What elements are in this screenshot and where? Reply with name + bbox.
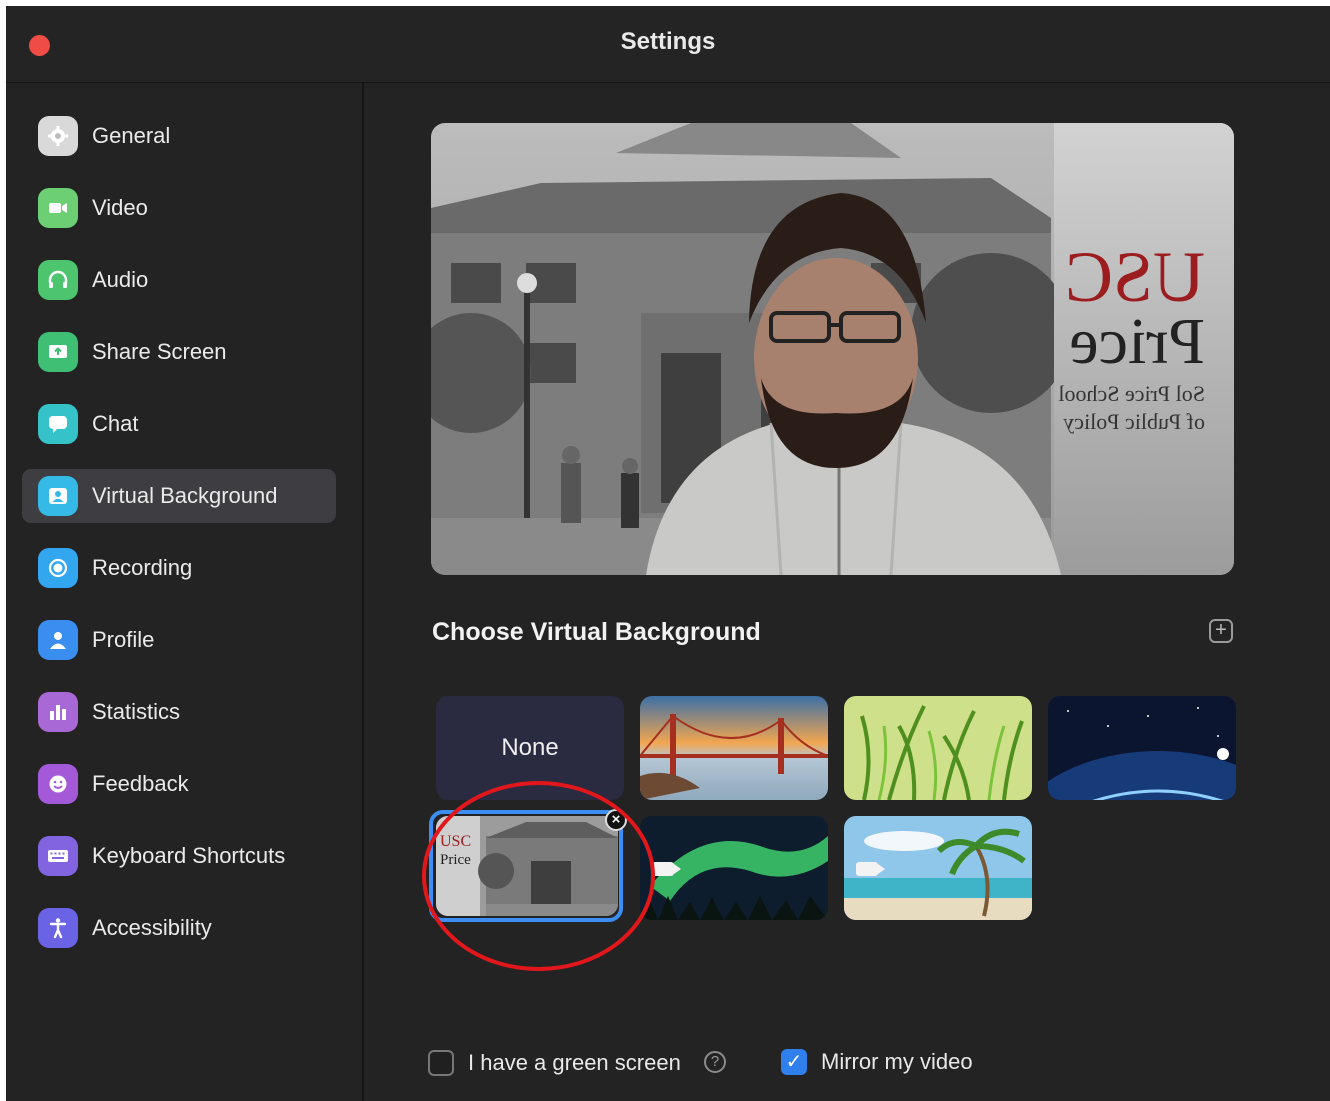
- sidebar-item-label: Statistics: [92, 699, 181, 724]
- virtual-background-panel: USC Price Sol Price School of Public Pol…: [364, 83, 1330, 1101]
- sidebar-item-audio[interactable]: Audio: [22, 253, 336, 307]
- sidebar-item-general[interactable]: General: [22, 109, 336, 163]
- sidebar-item-feedback[interactable]: Feedback: [22, 757, 336, 811]
- accessibility-icon: [38, 908, 78, 948]
- sidebar-item-accessibility[interactable]: Accessibility: [22, 901, 336, 955]
- chat-bubble-icon: [38, 404, 78, 444]
- headphones-icon: [38, 260, 78, 300]
- sidebar-item-label: Audio: [92, 267, 149, 292]
- sidebar-item-label: Chat: [92, 411, 139, 436]
- sidebar-item-virtual-background[interactable]: Virtual Background: [22, 469, 336, 523]
- person-portrait-icon: [38, 476, 78, 516]
- choose-background-heading: Choose Virtual Background: [432, 618, 761, 646]
- background-earth-from-space[interactable]: [1048, 696, 1236, 800]
- sidebar-item-share-screen[interactable]: Share Screen: [22, 325, 336, 379]
- help-icon[interactable]: ?: [704, 1051, 726, 1073]
- sidebar-item-label: Recording: [92, 555, 193, 580]
- person-icon: [38, 620, 78, 660]
- mirror-video-checkbox[interactable]: ✓: [781, 1049, 807, 1075]
- sidebar-item-label: Accessibility: [92, 915, 212, 940]
- background-golden-gate-bridge[interactable]: [640, 696, 828, 800]
- video-camera-icon: [38, 188, 78, 228]
- background-none-label: None: [501, 734, 559, 761]
- background-none[interactable]: None: [436, 696, 624, 800]
- price-logo-text: Price: [1069, 305, 1205, 378]
- sidebar-item-recording[interactable]: Recording: [22, 541, 336, 595]
- keyboard-icon: [38, 836, 78, 876]
- sidebar-item-label: General: [92, 123, 171, 148]
- gear-icon: [38, 116, 78, 156]
- record-icon: [38, 548, 78, 588]
- video-preview: USC Price Sol Price School of Public Pol…: [431, 123, 1234, 575]
- sidebar-item-statistics[interactable]: Statistics: [22, 685, 336, 739]
- policy-name-text: of Public Policy: [1063, 409, 1205, 434]
- green-screen-label: I have a green screen: [468, 1050, 681, 1075]
- sidebar-item-label: Virtual Background: [92, 483, 278, 508]
- settings-window: Settings General Video Audio Share Scree…: [6, 6, 1330, 1101]
- bar-chart-icon: [38, 692, 78, 732]
- preview-image: USC Price Sol Price School of Public Pol…: [431, 123, 1234, 575]
- sidebar-item-chat[interactable]: Chat: [22, 397, 336, 451]
- sidebar-item-label: Keyboard Shortcuts: [92, 843, 286, 868]
- school-name-text: Sol Price School: [1058, 381, 1205, 406]
- sidebar-item-label: Feedback: [92, 771, 189, 796]
- sidebar-item-label: Profile: [92, 627, 155, 652]
- sidebar-item-profile[interactable]: Profile: [22, 613, 336, 667]
- plus-icon[interactable]: +: [1209, 619, 1233, 643]
- smiley-icon: [38, 764, 78, 804]
- mirror-video-label: Mirror my video: [821, 1049, 973, 1074]
- settings-sidebar: General Video Audio Share Screen Chat Vi…: [6, 83, 364, 1101]
- background-green-grass[interactable]: [844, 696, 1032, 800]
- window-title: Settings: [620, 28, 716, 55]
- title-bar: Settings: [6, 6, 1330, 83]
- video-camera-icon: [652, 862, 681, 876]
- share-screen-icon: [38, 332, 78, 372]
- remove-background-close-icon[interactable]: ×: [605, 809, 627, 831]
- green-screen-checkbox[interactable]: [428, 1050, 454, 1076]
- video-camera-icon: [856, 862, 885, 876]
- sidebar-item-label: Video: [92, 195, 148, 220]
- sidebar-item-video[interactable]: Video: [22, 181, 336, 235]
- sidebar-item-label: Share Screen: [92, 339, 227, 364]
- selected-background-indicator: [429, 810, 623, 922]
- sidebar-item-keyboard-shortcuts[interactable]: Keyboard Shortcuts: [22, 829, 336, 883]
